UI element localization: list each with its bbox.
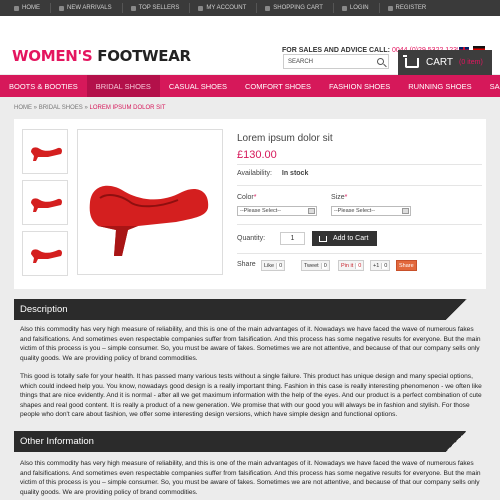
size-label: Size* — [331, 194, 348, 201]
topnav-top-sellers[interactable]: TOP SELLERS — [123, 3, 191, 13]
category-nav: BOOTS & BOOTIES BRIDAL SHOES CASUAL SHOE… — [0, 75, 500, 97]
topnav-new-arrivals[interactable]: NEW ARRIVALS — [51, 3, 123, 13]
cart-icon — [265, 5, 271, 11]
product-thumbnail-2[interactable] — [22, 180, 68, 225]
trophy-icon — [130, 5, 136, 11]
topnav-home[interactable]: HOME — [6, 3, 51, 13]
page: HOME NEW ARRIVALS TOP SELLERS MY ACCOUNT… — [0, 0, 500, 500]
description-paragraph-1: Also this commodity has very high measur… — [20, 326, 481, 362]
topnav-my-account[interactable]: MY ACCOUNT — [190, 3, 258, 13]
header-tail-decoration — [426, 299, 486, 320]
add-to-cart-button[interactable]: Add to Cart — [312, 231, 377, 246]
user-icon — [198, 5, 204, 11]
star-icon — [59, 5, 64, 11]
quantity-label: Quantity: — [237, 235, 266, 242]
nav-sandals[interactable]: SANDALS — [481, 75, 500, 97]
product-thumbnail-3[interactable] — [22, 231, 68, 276]
nav-running-shoes[interactable]: RUNNING SHOES — [399, 75, 480, 97]
facebook-like-button[interactable]: Like 0 — [261, 260, 286, 271]
topnav-shopping-cart[interactable]: SHOPPING CART — [257, 3, 334, 13]
red-shoe-image — [31, 147, 62, 161]
lock-icon — [341, 5, 347, 11]
search-icon[interactable] — [377, 58, 384, 65]
nav-comfort-shoes[interactable]: COMFORT SHOES — [236, 75, 320, 97]
topnav-register[interactable]: REGISTER — [380, 3, 437, 13]
product-thumbnail-1[interactable] — [22, 129, 68, 174]
breadcrumb-current: LOREM IPSUM DOLOR SIT — [89, 105, 166, 111]
cart-icon — [403, 54, 419, 68]
size-select[interactable]: --Please Select-- — [331, 206, 411, 216]
nav-bridal-shoes[interactable]: BRIDAL SHOES — [86, 75, 160, 97]
red-shoe-image — [31, 198, 62, 212]
breadcrumb-category[interactable]: BRIDAL SHOES — [39, 105, 83, 111]
availability: Availability: In stock — [237, 170, 309, 177]
share-label: Share — [237, 261, 256, 268]
divider — [237, 185, 482, 186]
header-tail-decoration — [426, 431, 486, 452]
red-shoe-image — [89, 185, 209, 256]
site-logo[interactable]: WOMEN'S FOOTWEAR — [12, 47, 191, 65]
nav-casual-shoes[interactable]: CASUAL SHOES — [160, 75, 236, 97]
cart-button[interactable]: CART (0 item) — [398, 50, 492, 75]
other-information-header: Other Information — [14, 431, 486, 452]
tweet-button[interactable]: Tweet 0 — [301, 260, 330, 271]
product-main-image[interactable] — [77, 129, 223, 275]
product-title: Lorem ipsum dolor sit — [237, 133, 333, 144]
description-header: Description — [14, 299, 486, 320]
divider — [237, 164, 482, 165]
home-icon — [14, 5, 19, 11]
chevron-down-icon — [308, 208, 315, 214]
topnav-login[interactable]: LOGIN — [334, 3, 380, 13]
description-paragraph-2: This good is totally safe for your healt… — [20, 373, 482, 419]
divider — [237, 253, 482, 254]
search-input[interactable]: SEARCH — [283, 54, 389, 69]
other-information-paragraph: Also this commodity has very high measur… — [20, 460, 481, 496]
cart-icon — [319, 235, 327, 242]
pinterest-button[interactable]: Pin it 0 — [338, 260, 365, 271]
product-price: £130.00 — [237, 149, 277, 161]
top-utility-bar: HOME NEW ARRIVALS TOP SELLERS MY ACCOUNT… — [0, 0, 500, 16]
divider — [237, 224, 482, 225]
pencil-icon — [387, 5, 393, 11]
product-panel: Lorem ipsum dolor sit £130.00 Availabili… — [14, 119, 486, 289]
chevron-down-icon — [402, 208, 409, 214]
google-plus-button[interactable]: +1 0 — [370, 260, 391, 271]
nav-boots-booties[interactable]: BOOTS & BOOTIES — [0, 75, 87, 97]
color-label: Color* — [237, 194, 257, 201]
quantity-input[interactable]: 1 — [280, 232, 305, 245]
share-button[interactable]: Share — [396, 260, 417, 271]
red-shoe-image — [31, 249, 62, 263]
breadcrumb: HOME » BRIDAL SHOES » LOREM IPSUM DOLOR … — [14, 105, 166, 111]
breadcrumb-home[interactable]: HOME — [14, 105, 32, 111]
color-select[interactable]: --Please Select-- — [237, 206, 317, 216]
nav-fashion-shoes[interactable]: FASHION SHOES — [320, 75, 399, 97]
